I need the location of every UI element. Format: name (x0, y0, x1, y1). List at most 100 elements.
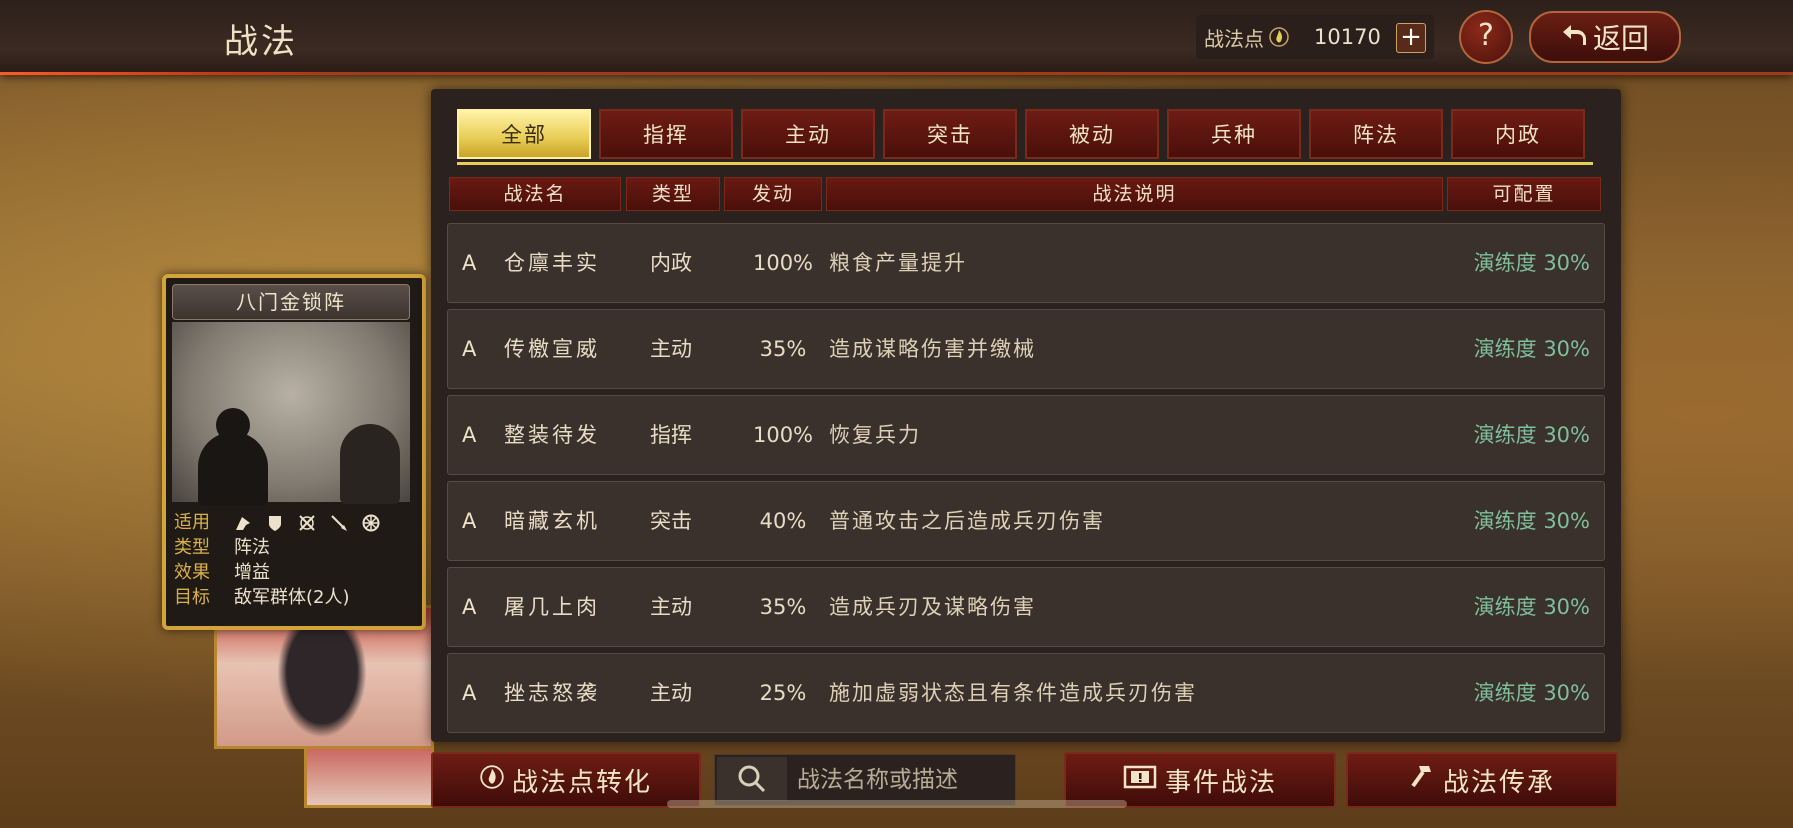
spear-icon (330, 514, 348, 532)
tab-assault[interactable]: 突击 (883, 109, 1017, 159)
apply-label: 适用 (174, 512, 210, 533)
effect-row: 效果 增益 (174, 560, 380, 585)
tab-underline (457, 162, 1593, 165)
figure-silhouette-right (340, 424, 400, 504)
tactic-type: 指挥 (650, 423, 692, 447)
col-header-type[interactable]: 类型 (626, 177, 720, 211)
tab-troop[interactable]: 兵种 (1167, 109, 1301, 159)
search-box (714, 754, 1016, 806)
grade: A (462, 251, 477, 275)
tactic-rate: 100% (752, 423, 814, 447)
tactic-inherit-label: 战法传承 (1442, 767, 1555, 798)
unit-icons (234, 510, 380, 535)
flame-icon (1268, 26, 1290, 48)
tactics-panel: 全部 指挥 主动 突击 被动 兵种 阵法 内政 战法名 类型 发动 战法说明 可… (431, 89, 1621, 742)
table-row[interactable]: A 整装待发 指挥 100% 恢复兵力 演练度 30% (447, 395, 1605, 475)
tactic-name: 暗藏玄机 (504, 509, 600, 533)
tab-bar: 全部 指挥 主动 突击 被动 兵种 阵法 内政 (457, 109, 1585, 159)
card-title: 八门金锁阵 (172, 284, 410, 320)
tactic-name: 传檄宣威 (504, 337, 600, 361)
grade: A (462, 423, 477, 447)
tactic-inherit-button[interactable]: 战法传承 (1346, 752, 1618, 808)
points-label: 战法点 (1204, 26, 1264, 51)
type-label: 类型 (174, 537, 210, 558)
tactic-name: 屠几上肉 (504, 595, 600, 619)
col-header-desc: 战法说明 (826, 177, 1443, 211)
back-label: 返回 (1592, 22, 1649, 55)
tactic-detail-card[interactable]: 八门金锁阵 适用 类型 阵法 效果 增益 目标 敌军群体(2人) (162, 274, 426, 630)
table-row[interactable]: A 传檄宣威 主动 35% 造成谋略伤害并缴械 演练度 30% (447, 309, 1605, 389)
add-points-button[interactable]: + (1396, 23, 1426, 53)
effect-value: 增益 (234, 562, 270, 583)
col-header-name[interactable]: 战法名 (449, 177, 621, 211)
tactic-name: 整装待发 (504, 423, 600, 447)
table-row[interactable]: A 屠几上肉 主动 35% 造成兵刃及谋略伤害 演练度 30% (447, 567, 1605, 647)
col-header-config[interactable]: 可配置 (1447, 177, 1601, 211)
card-info: 适用 类型 阵法 效果 增益 目标 敌军群体(2人) (174, 510, 380, 610)
col-header-rate[interactable]: 发动 (724, 177, 822, 211)
tactic-rate: 35% (759, 337, 807, 361)
tactic-type: 主动 (650, 337, 692, 361)
tactic-rate: 35% (759, 595, 807, 619)
tactic-type: 突击 (650, 509, 692, 533)
type-value: 阵法 (234, 537, 270, 558)
shield-icon (266, 514, 284, 532)
tactic-desc: 粮食产量提升 (829, 251, 967, 275)
tactic-type: 主动 (650, 681, 692, 705)
help-button[interactable]: ? (1459, 10, 1513, 64)
tactic-type: 内政 (650, 251, 692, 275)
tactic-config: 演练度 30% (1473, 509, 1590, 533)
points-value: 10170 (1314, 25, 1381, 49)
tactic-name: 挫志怒袭 (504, 681, 600, 705)
target-row: 目标 敌军群体(2人) (174, 585, 380, 610)
hammer-icon (1409, 764, 1435, 797)
convert-points-label: 战法点转化 (511, 767, 652, 798)
table-row[interactable]: A 仓廪丰实 内政 100% 粮食产量提升 演练度 30% (447, 223, 1605, 303)
return-arrow-icon (1561, 21, 1587, 54)
page-title: 战法 (224, 22, 298, 62)
tab-internal[interactable]: 内政 (1451, 109, 1585, 159)
tab-command[interactable]: 指挥 (599, 109, 733, 159)
tactic-rate: 100% (752, 251, 814, 275)
tactic-rate: 40% (759, 509, 807, 533)
tactic-config: 演练度 30% (1473, 681, 1590, 705)
wheel-icon (362, 514, 380, 532)
tactic-desc: 恢复兵力 (829, 423, 921, 447)
tactic-config: 演练度 30% (1473, 595, 1590, 619)
grade: A (462, 337, 477, 361)
convert-points-button[interactable]: 战法点转化 (431, 752, 701, 808)
archer-icon (298, 514, 316, 532)
event-tactics-label: 事件战法 (1164, 767, 1277, 798)
target-label: 目标 (174, 587, 210, 608)
grade: A (462, 509, 477, 533)
tab-all[interactable]: 全部 (457, 109, 591, 159)
search-icon[interactable] (717, 757, 787, 801)
tab-formation[interactable]: 阵法 (1309, 109, 1443, 159)
effect-label: 效果 (174, 562, 210, 583)
table-row[interactable]: A 暗藏玄机 突击 40% 普通攻击之后造成兵刃伤害 演练度 30% (447, 481, 1605, 561)
tactic-rate: 25% (759, 681, 807, 705)
card-stack-back-2 (304, 742, 434, 808)
tactic-type: 主动 (650, 595, 692, 619)
tactic-desc: 造成谋略伤害并缴械 (829, 337, 1036, 361)
tactic-config: 演练度 30% (1473, 423, 1590, 447)
tactic-desc: 施加虚弱状态且有条件造成兵刃伤害 (829, 681, 1197, 705)
warrior-silhouette (277, 628, 367, 738)
tactic-config: 演练度 30% (1473, 251, 1590, 275)
tactic-name: 仓廪丰实 (504, 251, 600, 275)
figure-silhouette-left (198, 408, 268, 506)
tab-passive[interactable]: 被动 (1025, 109, 1159, 159)
tactics-list[interactable]: A 仓廪丰实 内政 100% 粮食产量提升 演练度 30% A 传檄宣威 主动 … (447, 223, 1607, 737)
target-value: 敌军群体(2人) (234, 587, 350, 608)
tactic-points-box: 战法点 10170 + (1196, 15, 1434, 59)
card-artwork (172, 322, 410, 506)
tactic-config: 演练度 30% (1473, 337, 1590, 361)
search-input[interactable] (795, 759, 1009, 801)
tactic-desc: 造成兵刃及谋略伤害 (829, 595, 1036, 619)
flame-icon (480, 764, 504, 796)
tab-active[interactable]: 主动 (741, 109, 875, 159)
back-button[interactable]: 返回 (1529, 11, 1681, 63)
scroll-indicator[interactable] (667, 800, 1127, 808)
tactic-desc: 普通攻击之后造成兵刃伤害 (829, 509, 1105, 533)
table-row[interactable]: A 挫志怒袭 主动 25% 施加虚弱状态且有条件造成兵刃伤害 演练度 30% (447, 653, 1605, 733)
